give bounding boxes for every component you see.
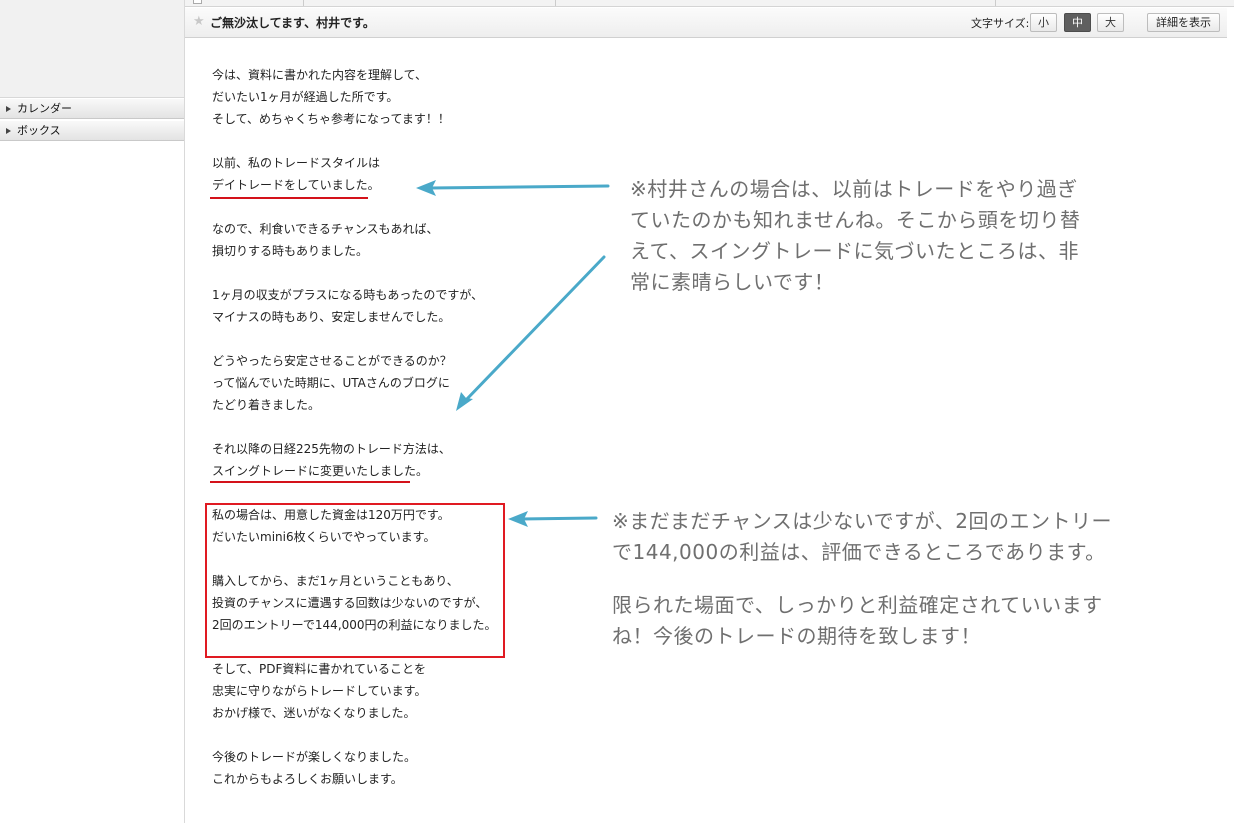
annotation-line: ※村井さんの場合は、以前はトレードをやり過ぎ <box>630 177 1078 201</box>
arrow-line <box>428 184 610 190</box>
annotation-note-2: ※まだまだチャンスは少ないですが、2回のエントリー で144,000の利益は、評… <box>612 506 1112 652</box>
annotation-spacer <box>612 568 1112 590</box>
annotation-note-1: ※村井さんの場合は、以前はトレードをやり過ぎ ていたのかも知れませんね。そこから… <box>630 174 1080 298</box>
annotation-line: 限られた場面で、しっかりと利益確定されていいます <box>612 593 1103 617</box>
annotation-line: ていたのかも知れませんね。そこから頭を切り替 <box>630 208 1081 232</box>
annotation-line: ※まだまだチャンスは少ないですが、2回のエントリー <box>612 509 1112 533</box>
arrow-line <box>518 516 598 521</box>
annotation-line: ね！今後のトレードの期待を致します！ <box>612 624 981 648</box>
annotation-line: で144,000の利益は、評価できるところであります。 <box>612 540 1106 564</box>
annotation-line: えて、スイングトレードに気づいたところは、非 <box>630 239 1079 263</box>
annotation-arrows <box>416 180 610 527</box>
annotation-line: 常に素晴らしいです！ <box>630 270 835 294</box>
arrow-line <box>464 255 606 402</box>
